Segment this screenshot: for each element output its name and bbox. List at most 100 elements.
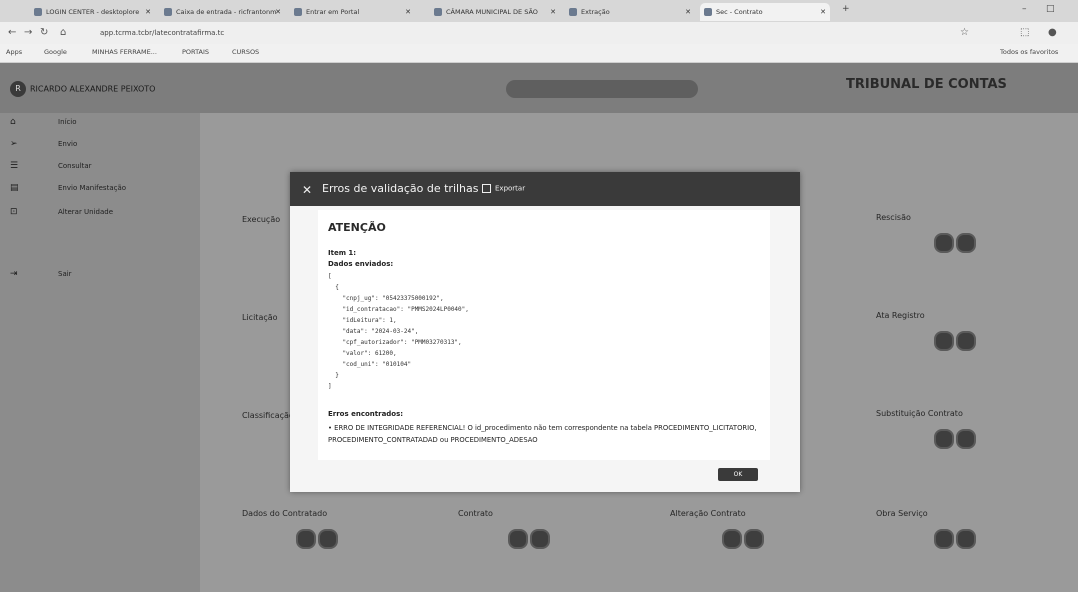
browser-tab[interactable]: Caixa de entrada - ricfrantonm ✕ xyxy=(160,3,285,21)
card-dados-contratado[interactable]: Dados do Contratado xyxy=(242,509,327,518)
card-classificacao[interactable]: Classificação xyxy=(242,411,294,420)
dialog-header: ✕ Erros de validação de trilhas Exportar xyxy=(290,172,800,206)
tab-close-icon[interactable]: ✕ xyxy=(820,3,826,21)
user-menu[interactable]: R RICARDO ALEXANDRE PEIXOTO xyxy=(10,81,155,97)
ok-button[interactable]: OK xyxy=(718,468,758,481)
list-icon[interactable] xyxy=(508,529,528,549)
browser-tab-active[interactable]: Sec - Contrato ✕ xyxy=(700,3,830,21)
json-line: [ xyxy=(328,273,332,280)
list-icon[interactable] xyxy=(934,331,954,351)
upload-icon[interactable] xyxy=(956,331,976,351)
json-line: } xyxy=(328,372,339,379)
url-field[interactable]: app.tcrma.tcbr/latecontratafirma.tc xyxy=(100,27,800,40)
sidebar-item-home[interactable]: ⌂ Início xyxy=(10,117,77,127)
header-search-pill[interactable] xyxy=(506,80,698,98)
extensions-icon[interactable]: ⬚ xyxy=(1020,27,1029,38)
list-icon[interactable] xyxy=(722,529,742,549)
reload-icon[interactable]: ↻ xyxy=(40,27,48,38)
maximize-icon[interactable]: □ xyxy=(1046,4,1055,14)
tab-close-icon[interactable]: ✕ xyxy=(145,3,151,21)
star-icon[interactable]: ☆ xyxy=(960,27,969,38)
profile-icon[interactable]: ● xyxy=(1048,27,1057,38)
upload-icon[interactable] xyxy=(318,529,338,549)
new-tab-icon[interactable]: + xyxy=(842,4,850,14)
validation-errors-dialog: ✕ Erros de validação de trilhas Exportar… xyxy=(290,172,800,492)
bookmark-folder[interactable]: MINHAS FERRAME... xyxy=(92,48,157,56)
bookmark-item[interactable]: Google xyxy=(44,48,67,56)
forward-icon[interactable]: → xyxy=(24,27,32,38)
upload-icon[interactable] xyxy=(530,529,550,549)
upload-icon[interactable] xyxy=(956,429,976,449)
bookmark-item[interactable]: Apps xyxy=(6,48,22,56)
tab-favicon-icon xyxy=(704,8,712,16)
json-line: "valor": 61200, xyxy=(328,350,397,357)
list-icon[interactable] xyxy=(934,233,954,253)
tab-favicon-icon xyxy=(569,8,577,16)
export-button[interactable]: Exportar xyxy=(482,184,525,193)
upload-icon[interactable] xyxy=(744,529,764,549)
dialog-body: ATENÇÃO Item 1: Dados enviados: [ { "cnp… xyxy=(318,210,770,460)
card-rescisao[interactable]: Rescisão xyxy=(876,213,911,222)
close-icon[interactable]: ✕ xyxy=(302,183,312,197)
dialog-title: Erros de validação de trilhas xyxy=(322,182,479,195)
back-icon[interactable]: ← xyxy=(8,27,16,38)
list-icon[interactable] xyxy=(296,529,316,549)
upload-icon[interactable] xyxy=(956,233,976,253)
sent-data-label: Dados enviados: xyxy=(328,260,394,268)
sidebar-item-envio[interactable]: ➢ Envio xyxy=(10,139,77,149)
browser-tab[interactable]: Entrar em Portal ✕ xyxy=(290,3,415,21)
logo: TRIBUNAL DE CONTAS xyxy=(846,77,1007,92)
browser-tab-bar: LOGIN CENTER - desktoplore ✕ Caixa de ent… xyxy=(0,0,1078,23)
card-execucao[interactable]: Execução xyxy=(242,215,280,224)
tab-close-icon[interactable]: ✕ xyxy=(685,3,691,21)
home-icon: ⌂ xyxy=(10,117,16,127)
item-label: Item 1: xyxy=(328,249,357,257)
bookmarks-bar: Apps Google MINHAS FERRAME... PORTAIS CU… xyxy=(0,44,1078,63)
error-message: • ERRO DE INTEGRIDADE REFERENCIAL! O id_… xyxy=(328,424,757,444)
sidebar: ⌂ Início ➢ Envio ☰ Consultar ▤ Envio Manifes… xyxy=(0,113,200,592)
browser-tab[interactable]: CÂMARA MUNICIPAL DE SÃO ✕ xyxy=(430,3,560,21)
card-ata-registro[interactable]: Ata Registro xyxy=(876,311,925,320)
tab-close-icon[interactable]: ✕ xyxy=(275,3,281,21)
upload-icon[interactable] xyxy=(956,529,976,549)
lock-icon: ⊡ xyxy=(10,207,18,217)
dialog-footer: OK xyxy=(290,460,800,492)
json-line: "cnpj_ug": "05423375000192", xyxy=(328,295,444,302)
avatar: R xyxy=(10,81,26,97)
home-icon[interactable]: ⌂ xyxy=(60,27,66,38)
list-icon: ☰ xyxy=(10,161,19,171)
sidebar-item-sair[interactable]: ⇥ Sair xyxy=(10,269,72,279)
browser-tab[interactable]: Extração ✕ xyxy=(565,3,695,21)
all-bookmarks[interactable]: Todos os favoritos xyxy=(1000,48,1058,56)
sidebar-item-consultar[interactable]: ☰ Consultar xyxy=(10,161,92,171)
tab-close-icon[interactable]: ✕ xyxy=(550,3,556,21)
bookmark-folder[interactable]: PORTAIS xyxy=(182,48,209,56)
card-licitacao[interactable]: Licitação xyxy=(242,313,278,322)
card-obra-servico[interactable]: Obra Serviço xyxy=(876,509,928,518)
address-bar: ← → ↻ ⌂ app.tcrma.tcbr/latecontratafirma… xyxy=(0,22,1078,44)
json-line: "id_contratacao": "PMMS2024LP0040", xyxy=(328,306,469,313)
json-line: "cod_uni": "010104" xyxy=(328,361,412,368)
tab-favicon-icon xyxy=(34,8,42,16)
sidebar-item-alterar-unidade[interactable]: ⊡ Alterar Unidade xyxy=(10,207,113,217)
list-icon[interactable] xyxy=(934,429,954,449)
list-icon[interactable] xyxy=(934,529,954,549)
attention-heading: ATENÇÃO xyxy=(328,221,386,234)
bookmark-folder[interactable]: CURSOS xyxy=(232,48,259,56)
card-alteracao-contrato[interactable]: Alteração Contrato xyxy=(670,509,746,518)
logout-icon: ⇥ xyxy=(10,269,18,279)
card-contrato[interactable]: Contrato xyxy=(458,509,493,518)
browser-tab[interactable]: LOGIN CENTER - desktoplore ✕ xyxy=(30,3,155,21)
card-substituicao-contrato[interactable]: Substituição Contrato xyxy=(876,409,963,418)
json-line: "data": "2024-03-24", xyxy=(328,328,419,335)
tab-close-icon[interactable]: ✕ xyxy=(405,3,411,21)
minimize-icon[interactable]: – xyxy=(1022,4,1027,14)
json-line: "cpf_autorizador": "PMM03270313", xyxy=(328,339,462,346)
json-line: { xyxy=(328,284,339,291)
errors-label: Erros encontrados: xyxy=(328,410,404,418)
send-icon: ➢ xyxy=(10,139,18,149)
document-icon: ▤ xyxy=(10,183,19,193)
json-line: "idLeitura": 1, xyxy=(328,317,397,324)
sidebar-item-manifestacao[interactable]: ▤ Envio Manifestação xyxy=(10,183,126,193)
tab-favicon-icon xyxy=(294,8,302,16)
